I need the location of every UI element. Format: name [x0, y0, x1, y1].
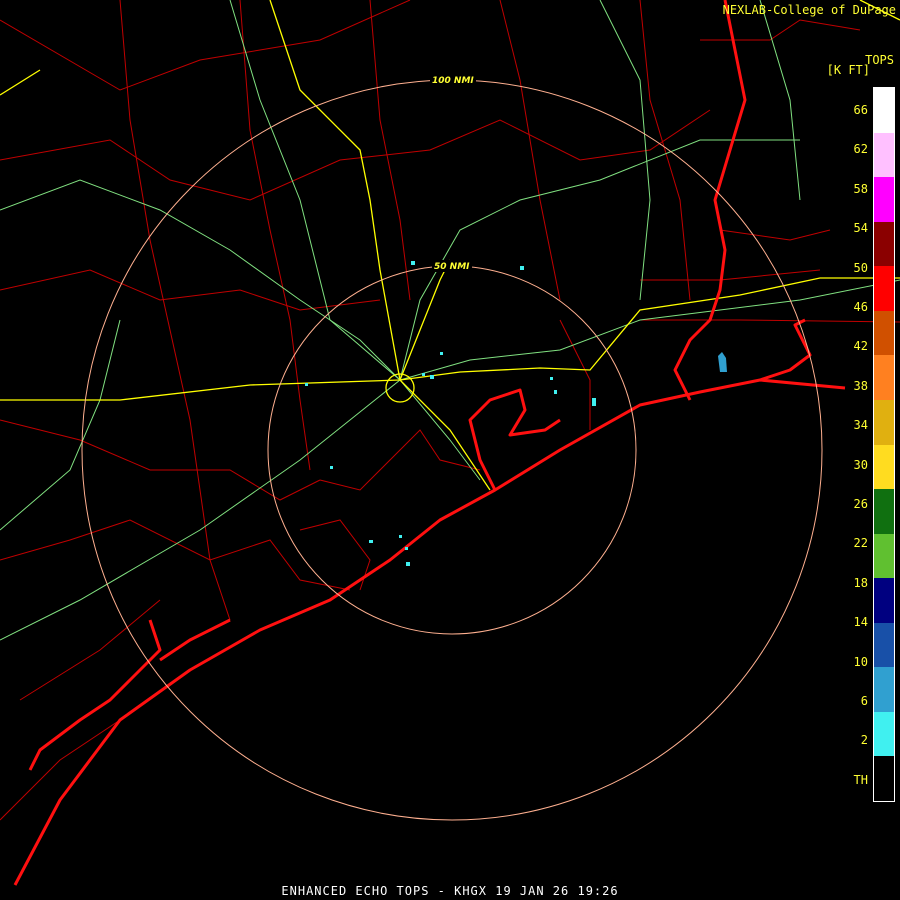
- legend-label: 6: [860, 694, 868, 708]
- ring-label-100: 100 NMI: [432, 76, 474, 86]
- legend-label: 66: [853, 103, 868, 117]
- legend-swatch-14: [874, 667, 894, 712]
- legend-swatch-66: [874, 88, 894, 133]
- legend-swatch-6: [874, 756, 894, 801]
- legend-label: 58: [853, 181, 868, 196]
- product-caption: ENHANCED ECHO TOPS - KHGX 19 JAN 26 19:2…: [281, 884, 619, 898]
- highways: [0, 0, 900, 491]
- legend-label: 10: [853, 654, 868, 669]
- legend-label: 30: [853, 457, 868, 472]
- legend-label: 62: [853, 142, 868, 157]
- legend-units: [K FT]: [826, 63, 870, 77]
- legend-label: 18: [853, 575, 868, 590]
- legend-label: 14: [853, 615, 868, 630]
- ring-label-50: 50 NMI: [434, 262, 470, 272]
- legend-label: 22: [853, 536, 868, 551]
- legend-label: 2: [860, 733, 868, 748]
- legend-swatch-50: [874, 266, 894, 311]
- legend-swatch-26: [874, 533, 894, 579]
- radar-map: 100 NMI 50 NMI NEXLAB-College of DuPage …: [0, 0, 900, 900]
- legend-swatch-10: [874, 711, 894, 757]
- legend-swatch-42: [874, 355, 894, 400]
- legend-swatch-34: [874, 444, 894, 490]
- legend-swatch-54: [874, 221, 894, 267]
- legend-label: 26: [853, 497, 868, 511]
- legend-swatch-62: [874, 132, 894, 178]
- legend-swatch-58: [874, 177, 894, 222]
- credit-label: NEXLAB-College of DuPage: [722, 3, 896, 17]
- legend-label: 42: [853, 339, 868, 354]
- legend-label: 54: [853, 221, 868, 236]
- ring-100nmi: [81, 79, 823, 821]
- map-canvas: 100 NMI 50 NMI: [0, 0, 900, 886]
- legend-swatch-30: [874, 489, 894, 534]
- legend-label: TH: [853, 772, 868, 787]
- legend-label: 38: [853, 378, 868, 393]
- coastline: [13, 0, 846, 886]
- ring-50nmi: [267, 265, 637, 635]
- range-rings: [81, 79, 823, 821]
- legend-label: 34: [853, 418, 868, 433]
- legend-swatch-18: [874, 622, 894, 668]
- county-lines: [0, 0, 900, 821]
- color-legend: [873, 87, 895, 802]
- legend-swatch-38: [874, 399, 894, 445]
- legend-label: 50: [853, 260, 868, 275]
- legend-label: 46: [853, 300, 868, 314]
- legend-swatch-22: [874, 578, 894, 623]
- legend-swatch-46: [874, 310, 894, 356]
